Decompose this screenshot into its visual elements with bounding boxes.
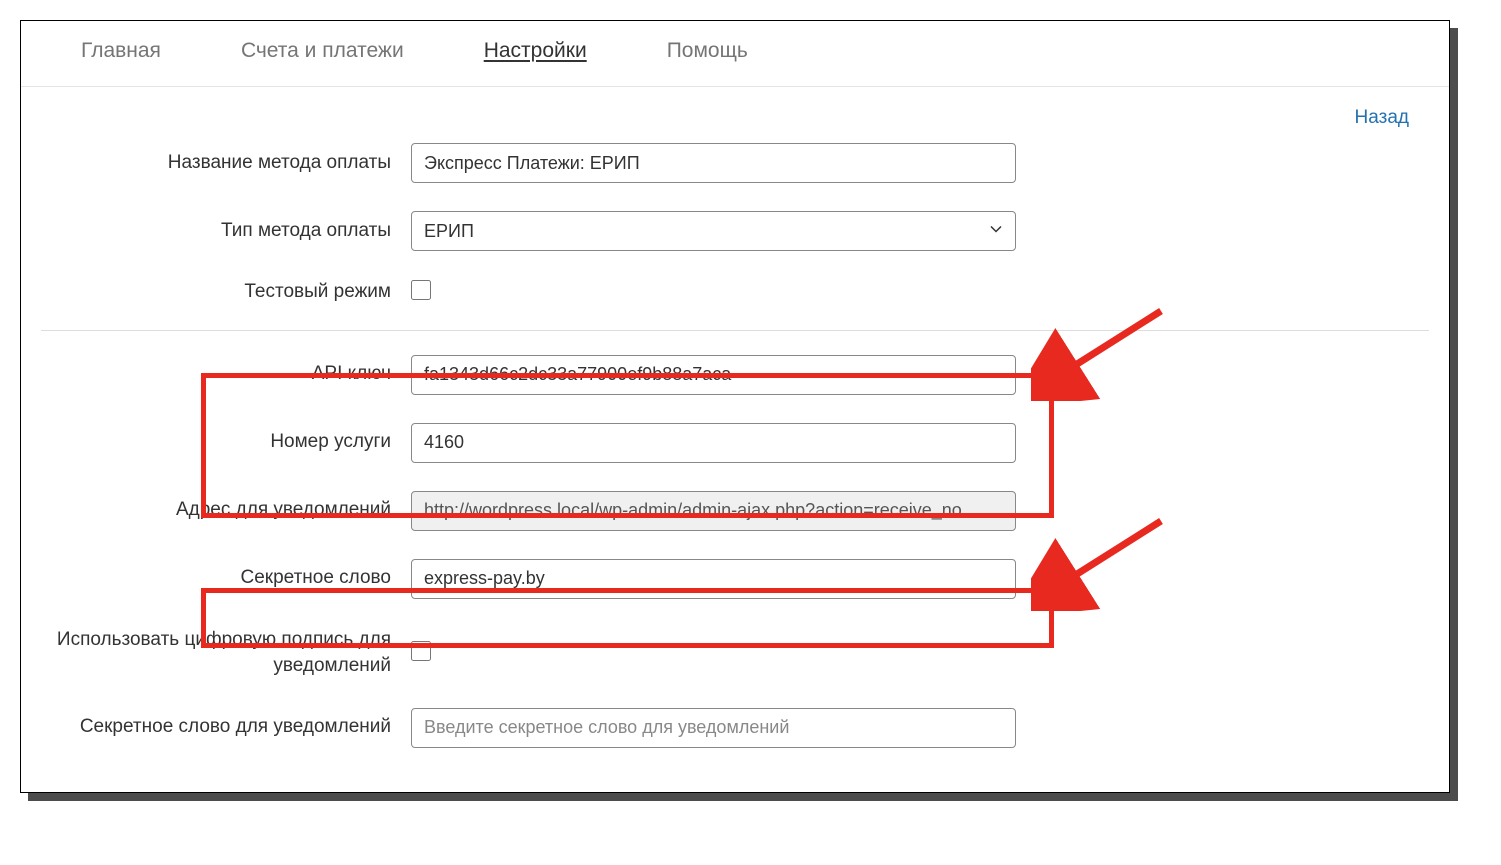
row-secret-word-notifications: Секретное слово для уведомлений [41, 694, 1429, 762]
tab-settings[interactable]: Настройки [484, 31, 587, 71]
input-payment-method-name[interactable] [411, 143, 1016, 183]
label-notification-url: Адрес для уведомлений [41, 497, 411, 524]
select-payment-method-type[interactable]: ЕРИП [411, 211, 1016, 251]
back-link-container: Назад [21, 87, 1449, 129]
row-secret-word: Секретное слово [41, 545, 1429, 613]
label-service-number: Номер услуги [41, 429, 411, 456]
input-service-number[interactable] [411, 423, 1016, 463]
checkbox-digital-signature[interactable] [411, 641, 431, 661]
row-payment-method-type: Тип метода оплаты ЕРИП [41, 197, 1429, 265]
input-secret-word-notifications[interactable] [411, 708, 1016, 748]
checkbox-test-mode[interactable] [411, 280, 431, 300]
divider [41, 330, 1429, 331]
input-api-key[interactable] [411, 355, 1016, 395]
label-payment-method-type: Тип метода оплаты [41, 218, 411, 245]
label-secret-word: Секретное слово [41, 565, 411, 592]
label-api-key: API ключ [41, 361, 411, 388]
label-digital-signature: Использовать цифровую подпись для уведом… [41, 627, 411, 680]
row-digital-signature: Использовать цифровую подпись для уведом… [41, 613, 1429, 694]
tab-main[interactable]: Главная [81, 31, 161, 71]
row-notification-url: Адрес для уведомлений [41, 477, 1429, 545]
nav-tabs: Главная Счета и платежи Настройки Помощь [21, 21, 1449, 87]
label-secret-word-notifications: Секретное слово для уведомлений [41, 714, 411, 741]
form-section: Название метода оплаты Тип метода оплаты… [21, 129, 1449, 792]
row-service-number: Номер услуги [41, 409, 1429, 477]
row-test-mode: Тестовый режим [41, 265, 1429, 320]
label-test-mode: Тестовый режим [41, 279, 411, 306]
input-notification-url[interactable] [411, 491, 1016, 531]
row-api-key: API ключ [41, 341, 1429, 409]
tab-help[interactable]: Помощь [667, 31, 748, 71]
input-secret-word[interactable] [411, 559, 1016, 599]
label-payment-method-name: Название метода оплаты [41, 150, 411, 177]
settings-window: Главная Счета и платежи Настройки Помощь… [20, 20, 1450, 793]
tab-invoices[interactable]: Счета и платежи [241, 31, 404, 71]
row-payment-method-name: Название метода оплаты [41, 129, 1429, 197]
back-link[interactable]: Назад [1355, 107, 1409, 128]
